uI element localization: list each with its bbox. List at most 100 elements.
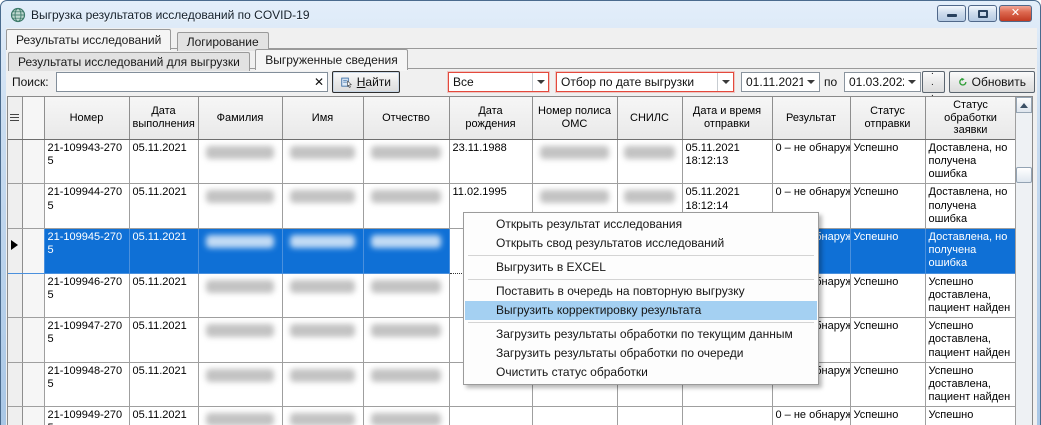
maximize-button[interactable] bbox=[968, 5, 997, 22]
cell-req_status[interactable]: Доставлена, но получена ошибка bbox=[925, 184, 1016, 229]
column-header-first[interactable]: Имя bbox=[282, 97, 363, 139]
cell-number[interactable]: 21-109947-2705 bbox=[44, 318, 129, 363]
row-header-cell[interactable] bbox=[8, 229, 22, 274]
cell-exec_date[interactable]: 05.11.2021 bbox=[129, 318, 198, 363]
cell-send_status[interactable]: Успешно bbox=[850, 318, 925, 363]
cell-snils[interactable] bbox=[617, 139, 682, 184]
cell-first[interactable] bbox=[282, 139, 363, 184]
cell-req_status[interactable]: Доставлена, но получена ошибка bbox=[925, 229, 1016, 274]
cell-birth[interactable] bbox=[449, 407, 532, 425]
spacer-cell[interactable] bbox=[22, 407, 44, 425]
spacer-cell[interactable] bbox=[22, 184, 44, 229]
date-from-picker[interactable]: 01.11.2021 bbox=[741, 72, 820, 92]
column-header-exec_date[interactable]: Дата выполнения bbox=[129, 97, 198, 139]
spacer-cell[interactable] bbox=[22, 318, 44, 363]
cell-policy[interactable] bbox=[532, 407, 617, 425]
filter-type-combobox[interactable]: Отбор по дате выгрузки bbox=[556, 72, 734, 92]
cell-first[interactable] bbox=[282, 362, 363, 407]
cell-last[interactable] bbox=[198, 362, 282, 407]
context-menu-item[interactable]: Загрузить результаты обработки по текущи… bbox=[465, 325, 817, 344]
cell-middle[interactable] bbox=[363, 407, 449, 425]
spacer-cell[interactable] bbox=[22, 229, 44, 274]
column-header-middle[interactable]: Отчество bbox=[363, 97, 449, 139]
cell-middle[interactable] bbox=[363, 139, 449, 184]
close-button[interactable] bbox=[999, 5, 1032, 22]
cell-number[interactable]: 21-109944-2705 bbox=[44, 184, 129, 229]
cell-exec_date[interactable]: 05.11.2021 bbox=[129, 362, 198, 407]
row-header-cell[interactable] bbox=[8, 139, 22, 184]
row-header-cell[interactable] bbox=[8, 318, 22, 363]
cell-middle[interactable] bbox=[363, 184, 449, 229]
cell-last[interactable] bbox=[198, 273, 282, 318]
cell-number[interactable]: 21-109945-2705 bbox=[44, 229, 129, 274]
cell-result[interactable]: 0 – не обнаружен bbox=[772, 139, 850, 184]
cell-first[interactable] bbox=[282, 184, 363, 229]
search-input[interactable] bbox=[57, 74, 311, 90]
cell-result[interactable]: 0 – не обнаружен bbox=[772, 407, 850, 425]
column-header-policy[interactable]: Номер полиса ОМС bbox=[532, 97, 617, 139]
cell-last[interactable] bbox=[198, 318, 282, 363]
tab-results-for-export[interactable]: Результаты исследований для выгрузки bbox=[8, 52, 250, 71]
cell-send_status[interactable]: Успешно bbox=[850, 407, 925, 425]
cell-number[interactable]: 21-109946-2705 bbox=[44, 273, 129, 318]
row-header-cell[interactable] bbox=[8, 184, 22, 229]
cell-send_status[interactable]: Успешно bbox=[850, 229, 925, 274]
cell-middle[interactable] bbox=[363, 318, 449, 363]
clear-search-icon[interactable]: ✕ bbox=[311, 75, 327, 89]
cell-policy[interactable] bbox=[532, 139, 617, 184]
cell-exec_date[interactable]: 05.11.2021 bbox=[129, 229, 198, 274]
cell-last[interactable] bbox=[198, 407, 282, 425]
spacer-cell[interactable] bbox=[22, 273, 44, 318]
cell-first[interactable] bbox=[282, 407, 363, 425]
cell-req_status[interactable]: Успешно доставлена, пациент найден bbox=[925, 362, 1016, 407]
cell-send_status[interactable]: Успешно bbox=[850, 273, 925, 318]
cell-middle[interactable] bbox=[363, 273, 449, 318]
cell-req_status[interactable]: Доставлена, но получена ошибка bbox=[925, 139, 1016, 184]
spacer-cell[interactable] bbox=[22, 362, 44, 407]
row-header-cell[interactable] bbox=[8, 273, 22, 318]
context-menu-item[interactable]: Открыть результат исследования bbox=[465, 215, 817, 234]
cell-birth[interactable]: 23.11.1988 bbox=[449, 139, 532, 184]
column-header-send_status[interactable]: Статус отправки bbox=[850, 97, 925, 139]
spacer-cell[interactable] bbox=[22, 139, 44, 184]
cell-sent[interactable]: 05.11.2021 18:12:13 bbox=[682, 139, 772, 184]
cell-first[interactable] bbox=[282, 273, 363, 318]
minimize-button[interactable] bbox=[937, 5, 966, 22]
scrollbar-thumb[interactable] bbox=[1016, 167, 1032, 183]
context-menu-item[interactable]: Выгрузить в EXCEL bbox=[465, 258, 817, 277]
cell-number[interactable]: 21-109948-2705 bbox=[44, 362, 129, 407]
tab-research-results[interactable]: Результаты исследований bbox=[6, 29, 171, 50]
cell-exec_date[interactable]: 05.11.2021 bbox=[129, 407, 198, 425]
column-header-snils[interactable]: СНИЛС bbox=[617, 97, 682, 139]
column-header-req_status[interactable]: Статус обработки заявки bbox=[925, 97, 1016, 139]
column-header-sent[interactable]: Дата и время отправки bbox=[682, 97, 772, 139]
cell-send_status[interactable]: Успешно bbox=[850, 184, 925, 229]
context-menu-item[interactable]: Поставить в очередь на повторную выгрузк… bbox=[465, 282, 817, 301]
filter-all-combobox[interactable]: Все bbox=[448, 72, 549, 92]
context-menu-item[interactable]: Выгрузить корректировку результата bbox=[465, 301, 817, 320]
cell-first[interactable] bbox=[282, 229, 363, 274]
context-menu-item[interactable]: Загрузить результаты обработки по очеред… bbox=[465, 344, 817, 363]
cell-last[interactable] bbox=[198, 139, 282, 184]
cell-first[interactable] bbox=[282, 318, 363, 363]
refresh-button[interactable]: Обновить bbox=[949, 71, 1035, 93]
ellipsis-button[interactable]: . . . bbox=[922, 71, 945, 93]
cell-req_status[interactable]: Успешно доставлена, пациент найден bbox=[925, 407, 1016, 425]
context-menu-item[interactable]: Очистить статус обработки bbox=[465, 363, 817, 382]
cell-middle[interactable] bbox=[363, 229, 449, 274]
cell-snils[interactable] bbox=[617, 407, 682, 425]
cell-send_status[interactable]: Успешно bbox=[850, 362, 925, 407]
column-header-result[interactable]: Результат bbox=[772, 97, 850, 139]
column-header-number[interactable]: Номер bbox=[44, 97, 129, 139]
cell-exec_date[interactable]: 05.11.2021 bbox=[129, 273, 198, 318]
cell-middle[interactable] bbox=[363, 362, 449, 407]
tab-exported-data[interactable]: Выгруженные сведения bbox=[255, 49, 407, 70]
find-button[interactable]: Найти bbox=[332, 71, 400, 93]
column-header-last[interactable]: Фамилия bbox=[198, 97, 282, 139]
cell-last[interactable] bbox=[198, 184, 282, 229]
cell-req_status[interactable]: Успешно доставлена, пациент найден bbox=[925, 318, 1016, 363]
cell-last[interactable] bbox=[198, 229, 282, 274]
cell-number[interactable]: 21-109949-2705 bbox=[44, 407, 129, 425]
scroll-up-button[interactable] bbox=[1016, 97, 1032, 113]
context-menu-item[interactable]: Открыть свод результатов исследований bbox=[465, 234, 817, 253]
